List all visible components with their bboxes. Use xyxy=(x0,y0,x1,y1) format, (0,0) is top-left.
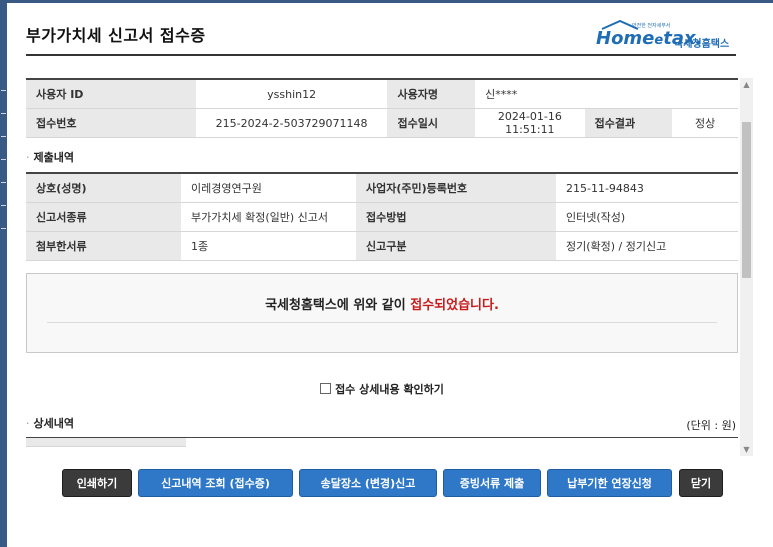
bullet-icon: · xyxy=(26,417,30,430)
method-value: 인터넷(작성) xyxy=(556,202,738,232)
history-button[interactable]: 신고내역 조회 (접수증) xyxy=(138,469,293,497)
title-divider xyxy=(26,54,736,56)
bullet-icon: · xyxy=(26,151,30,164)
receipt-no-label: 접수번호 xyxy=(26,108,196,138)
scrollbar-thumb[interactable] xyxy=(742,122,751,278)
submission-table: 상호(성명) 이레경영연구원 사업자(주민)등록번호 215-11-94843 … xyxy=(26,172,738,261)
vertical-scrollbar[interactable]: ▲ ▼ xyxy=(740,78,753,456)
receipt-result-value: 정상 xyxy=(672,108,738,138)
detail-section-text: 상세내역 xyxy=(33,417,74,430)
trade-name-value: 이레경영연구원 xyxy=(181,172,356,203)
notice-highlight: 접수되었습니다. xyxy=(410,298,499,313)
logo-e-text: e xyxy=(654,33,664,48)
receipt-notice-box: 국세청홈택스에 위와 같이 접수되었습니다. xyxy=(26,273,738,353)
address-change-button[interactable]: 송달장소 (변경)신고 xyxy=(299,469,437,497)
window-top-border xyxy=(0,0,773,3)
form-type-label: 신고서종류 xyxy=(26,202,181,232)
trade-name-label: 상호(성명) xyxy=(26,172,181,203)
receipt-notice-message: 국세청홈택스에 위와 같이 접수되었습니다. xyxy=(27,294,737,313)
receipt-date-value: 2024-01-16 11:51:11 xyxy=(475,108,585,138)
notice-divider xyxy=(47,322,717,323)
attach-value: 1종 xyxy=(181,231,356,261)
left-border-marks xyxy=(1,90,6,270)
submission-section-label: · 제출내역 xyxy=(26,144,738,172)
scroll-up-icon[interactable]: ▲ xyxy=(740,78,753,91)
logo-home-text: Home xyxy=(596,28,655,49)
user-name-value: 신**** xyxy=(475,78,738,109)
table-row: 상호(성명) 이레경영연구원 사업자(주민)등록번호 215-11-94843 xyxy=(26,172,738,203)
detail-unit: (단위 : 원) xyxy=(686,419,736,432)
user-name-label: 사용자명 xyxy=(387,78,476,109)
print-button[interactable]: 인쇄하기 xyxy=(62,469,132,497)
table-row: 신고서종류 부가가치세 확정(일반) 신고서 접수방법 인터넷(작성) xyxy=(26,202,738,232)
user-id-value: ysshin12 xyxy=(195,78,388,109)
attach-label: 첨부한서류 xyxy=(26,231,181,261)
detail-checkbox-label[interactable]: 접수 상세내용 확인하기 xyxy=(335,383,444,396)
scroll-down-icon[interactable]: ▼ xyxy=(740,443,753,456)
method-label: 접수방법 xyxy=(356,202,556,232)
table-row: 첨부한서류 1종 신고구분 정기(확정) / 정기신고 xyxy=(26,231,738,261)
summary-table: 사용자 ID ysshin12 사용자명 신**** 접수번호 215-2024… xyxy=(26,78,738,138)
detail-table-partial xyxy=(26,438,186,447)
biz-no-value: 215-11-94843 xyxy=(556,172,738,203)
detail-checkbox[interactable] xyxy=(320,383,332,394)
user-id-label: 사용자 ID xyxy=(26,78,196,109)
table-row: 접수번호 215-2024-2-503729071148 접수일시 2024-0… xyxy=(26,108,738,138)
detail-section-label: · 상세내역 xyxy=(26,415,74,431)
detail-section-header: · 상세내역 (단위 : 원) xyxy=(26,415,738,438)
detail-check-row[interactable]: 접수 상세내용 확인하기 xyxy=(26,381,738,397)
category-value: 정기(확정) / 정기신고 xyxy=(556,231,738,261)
evidence-submit-button[interactable]: 증빙서류 제출 xyxy=(443,469,541,497)
submission-section-text: 제출내역 xyxy=(33,151,74,164)
table-row: 사용자 ID ysshin12 사용자명 신**** xyxy=(26,78,738,109)
biz-no-label: 사업자(주민)등록번호 xyxy=(356,172,556,203)
receipt-date-label: 접수일시 xyxy=(387,108,476,138)
extension-request-button[interactable]: 납부기한 연장신청 xyxy=(547,469,672,497)
page-title: 부가가치세 신고서 접수증 xyxy=(26,26,206,45)
form-type-value: 부가가치세 확정(일반) 신고서 xyxy=(181,202,356,232)
category-label: 신고구분 xyxy=(356,231,556,261)
notice-prefix: 국세청홈택스에 위와 같이 xyxy=(265,298,411,313)
logo-korean: 국세청홈택스 xyxy=(674,39,730,50)
receipt-no-value: 215-2024-2-503729071148 xyxy=(195,108,388,138)
receipt-result-label: 접수결과 xyxy=(584,108,673,138)
close-button[interactable]: 닫기 xyxy=(679,469,723,497)
receipt-scroll-area[interactable]: 사용자 ID ysshin12 사용자명 신**** 접수번호 215-2024… xyxy=(26,78,738,456)
window-left-border xyxy=(0,0,7,547)
hometax-logo: 안전한 전자세무서 Homeetax. 국세청홈택스 xyxy=(596,20,746,52)
